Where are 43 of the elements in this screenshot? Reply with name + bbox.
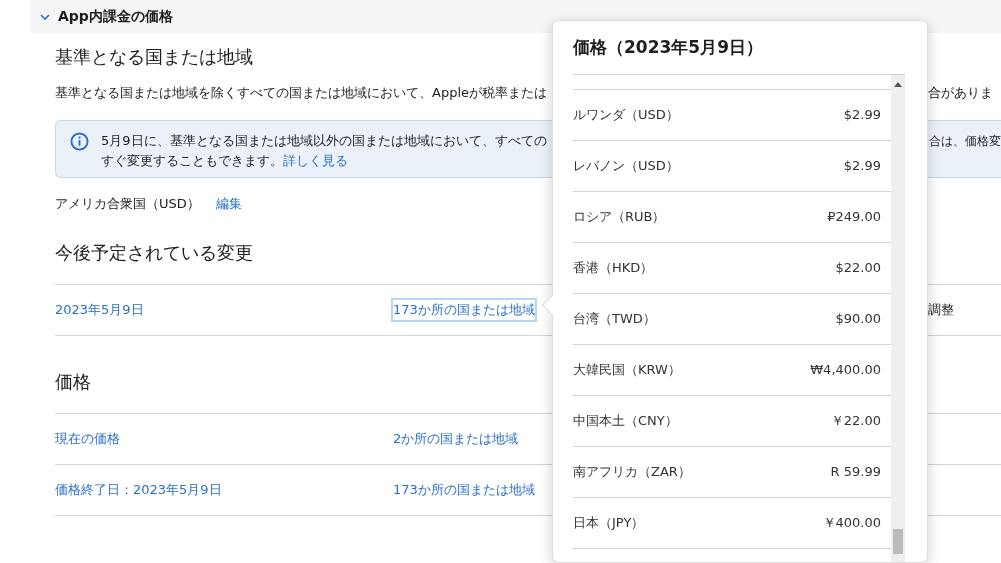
country-text: アメリカ合衆国（USD） [55,194,200,213]
country-name: レバノン（USD） [573,157,679,176]
scrollbar[interactable] [891,75,905,562]
country-name: 大韓民国（KRW） [573,361,681,380]
description-text: 基準となる国または地域を除くすべての国または地域において、Appleが税率または [55,84,548,102]
price-text: ￥22.00 [830,412,881,431]
learn-more-link[interactable]: 詳しく見る [283,152,348,168]
description-text: 合がありま [928,84,993,102]
date-link[interactable]: 価格終了日：2023年5月9日 [55,482,222,498]
price-text: ￥400.00 [822,514,881,533]
country-name: 香港（HKD） [573,259,654,278]
price-text: R 59.99 [830,463,881,482]
price-text: ₽249.00 [827,208,881,227]
price-text: $90.00 [835,310,881,329]
scrollbar-thumb[interactable] [893,529,903,554]
section-heading: 今後予定されている変更 [55,241,253,265]
date-link[interactable]: 2023年5月9日 [55,302,144,318]
country-name: 南アフリカ（ZAR） [573,463,691,482]
country-name: 日本（JPY） [573,514,645,533]
date-link[interactable]: 現在の価格 [55,431,120,447]
section-title: App内課金の価格 [58,7,173,26]
edit-link[interactable]: 編集 [215,193,242,213]
chevron-icon[interactable] [40,11,50,22]
price-text: $22.00 [835,259,881,278]
country-name: ロシア（RUB） [573,208,666,227]
regions-link[interactable]: 173か所の国または地域 [393,300,535,320]
price-text: $2.99 [843,157,881,176]
section-heading: 基準となる国または地域 [55,45,253,69]
scroll-up-icon[interactable] [894,82,902,87]
country-name: 台湾（TWD） [573,310,656,329]
section-heading: 価格 [55,370,91,394]
country-name: ルワンダ（USD） [573,106,679,125]
price-text: $2.99 [843,106,881,125]
regions-link[interactable]: 2か所の国または地域 [393,429,519,449]
info-text: 5月9日に、基準となる国または地域以外の国または地域において、すべての [101,131,547,150]
regions-link[interactable]: 173か所の国または地域 [393,480,535,500]
info-text: 合は、価格変 [929,132,1001,150]
info-icon [70,131,89,151]
country-name: 中国本土（CNY） [573,412,678,431]
adjust-text: 調整 [928,301,954,320]
info-text: すぐ変更することもできます。 [101,152,283,168]
popover-title: 価格（2023年5月9日） [573,36,764,60]
price-text: ₩4,400.00 [810,361,881,380]
